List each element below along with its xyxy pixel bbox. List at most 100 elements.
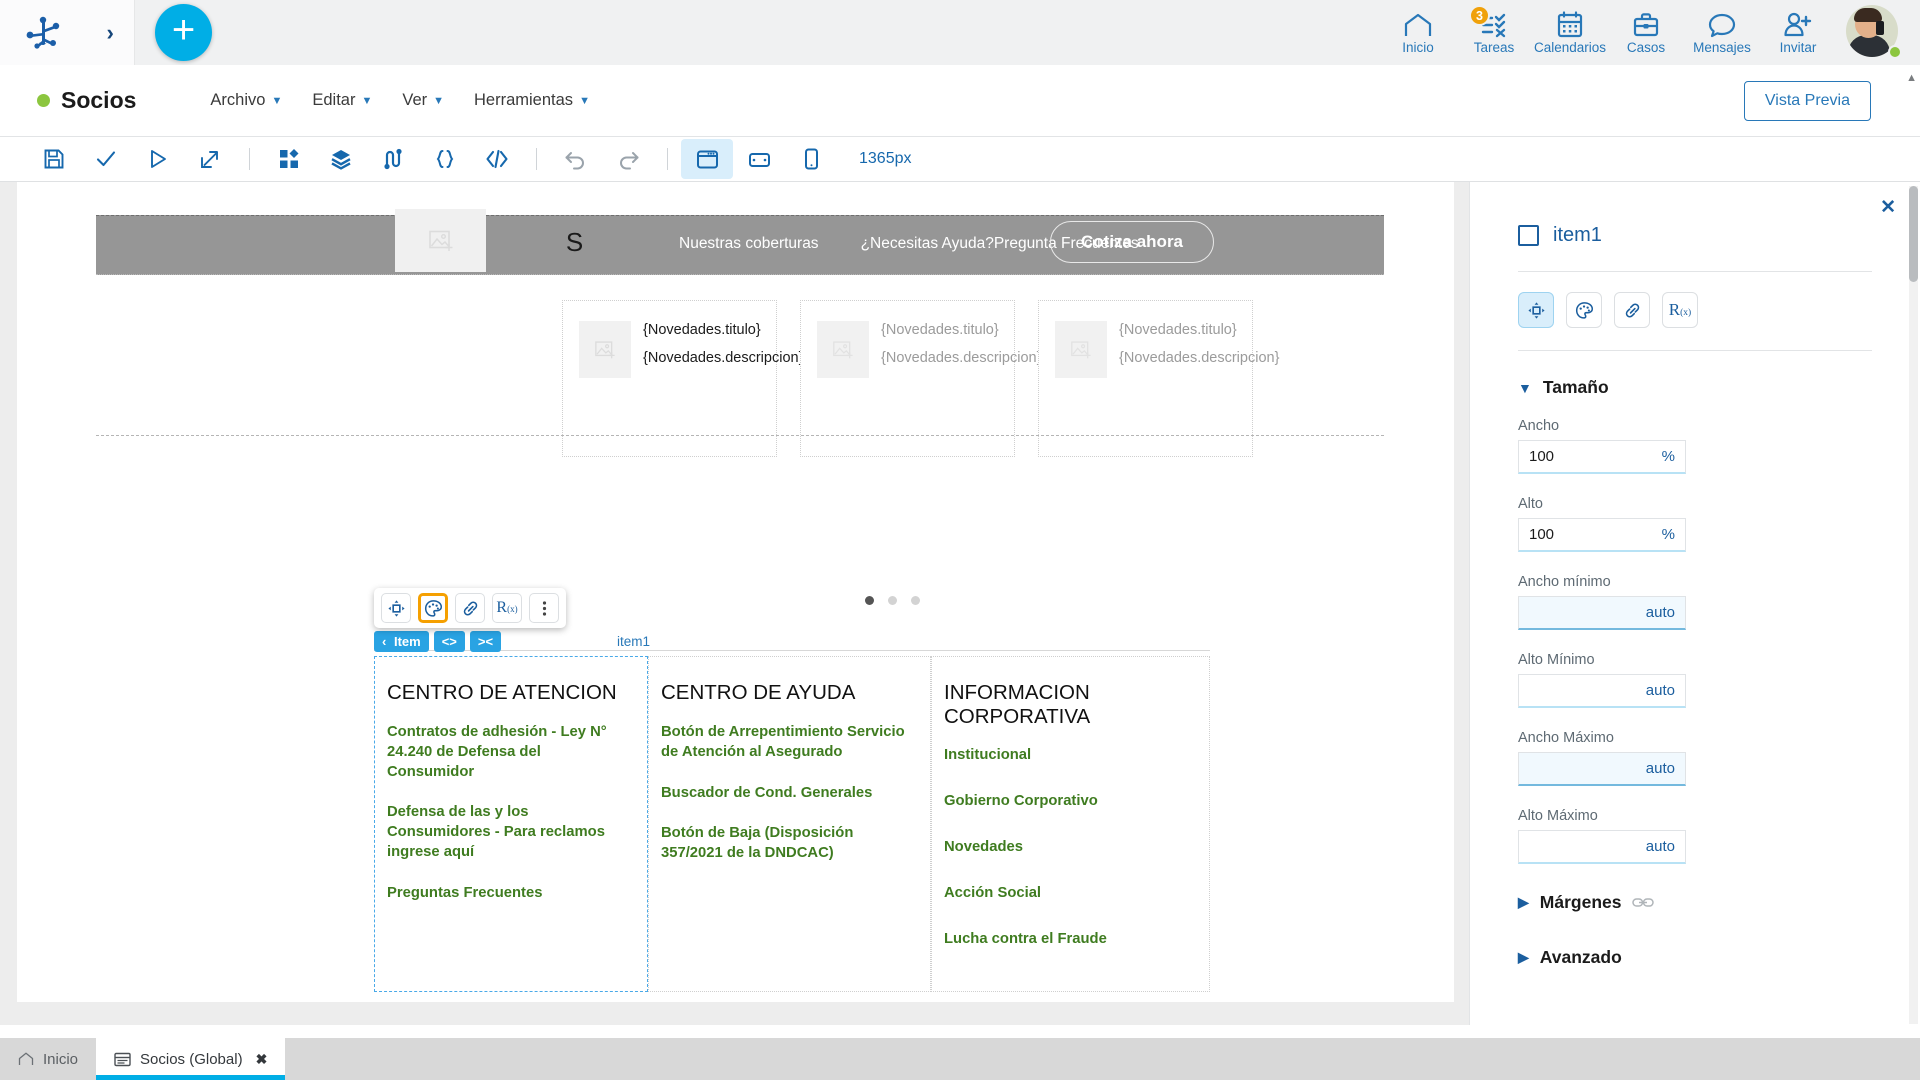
publish-button[interactable] bbox=[184, 139, 236, 179]
save-button[interactable] bbox=[28, 139, 80, 179]
site-header-block[interactable]: NOVEDADES Nuestras coberturas ¿Necesitas… bbox=[96, 215, 1384, 275]
news-card[interactable]: {Novedades.titulo} {Novedades.descripcio… bbox=[800, 300, 1041, 457]
site-link-coberturas[interactable]: Nuestras coberturas bbox=[679, 235, 819, 253]
style-tool[interactable] bbox=[418, 593, 448, 623]
carousel-dot[interactable] bbox=[888, 596, 897, 605]
layers-button[interactable] bbox=[315, 139, 367, 179]
link-tool[interactable] bbox=[455, 593, 485, 623]
column-link[interactable]: Novedades bbox=[944, 838, 1187, 858]
panel-tab-layout[interactable] bbox=[1518, 292, 1554, 328]
run-button[interactable] bbox=[132, 139, 184, 179]
column-link[interactable]: Institucional bbox=[944, 746, 1187, 766]
panel-scrollbar-track[interactable] bbox=[1909, 186, 1918, 1024]
carousel-dot[interactable] bbox=[911, 596, 920, 605]
variables-button[interactable] bbox=[419, 139, 471, 179]
cotiza-ahora-button[interactable]: Cotiza ahora bbox=[1050, 221, 1215, 263]
bottom-tab-inicio[interactable]: Inicio bbox=[0, 1038, 96, 1080]
column-link[interactable]: Lucha contra el Fraude bbox=[944, 930, 1187, 950]
ancho-maximo-input[interactable]: auto bbox=[1518, 752, 1686, 786]
nav-item-inicio[interactable]: Inicio bbox=[1380, 0, 1456, 65]
section-margenes-toggle[interactable]: ▶ Márgenes bbox=[1470, 892, 1920, 913]
bottom-tab-socios-global[interactable]: Socios (Global) ✖ bbox=[96, 1038, 286, 1080]
field-ancho-minimo-label: Ancho mínimo bbox=[1518, 574, 1611, 590]
code-button[interactable] bbox=[471, 139, 523, 179]
column-informacion-corporativa[interactable]: INFORMACION CORPORATIVA Institucional Go… bbox=[931, 656, 1210, 992]
alto-minimo-value: auto bbox=[1645, 682, 1675, 699]
viewport-tablet-button[interactable] bbox=[733, 139, 785, 179]
properties-tab-row: R(x) bbox=[1470, 272, 1920, 328]
column-link[interactable]: Gobierno Corporativo bbox=[944, 792, 1187, 812]
image-placeholder-icon bbox=[579, 321, 631, 378]
nav-item-tareas[interactable]: 3 Tareas bbox=[1456, 0, 1532, 65]
footer-columns-block[interactable]: CENTRO DE ATENCION Contratos de adhesión… bbox=[374, 650, 1210, 1002]
column-link[interactable]: Acción Social bbox=[944, 884, 1187, 904]
alto-maximo-input[interactable]: auto bbox=[1518, 830, 1686, 864]
column-centro-de-atencion[interactable]: CENTRO DE ATENCION Contratos de adhesión… bbox=[374, 656, 648, 992]
carousel-dot[interactable] bbox=[865, 596, 874, 605]
element-floating-toolbar: R(x) bbox=[374, 588, 566, 628]
alto-minimo-input[interactable]: auto bbox=[1518, 674, 1686, 708]
formula-tool[interactable]: R(x) bbox=[492, 593, 522, 623]
menu-editar[interactable]: Editar ▼ bbox=[312, 91, 372, 110]
chevron-down-icon: ▼ bbox=[579, 94, 590, 107]
news-card[interactable]: {Novedades.titulo} {Novedades.descripcio… bbox=[562, 300, 803, 457]
image-placeholder-icon[interactable] bbox=[395, 209, 486, 272]
section-avanzado-toggle[interactable]: ▶ Avanzado bbox=[1470, 947, 1920, 968]
move-tool[interactable] bbox=[381, 593, 411, 623]
panel-tab-formula[interactable]: R(x) bbox=[1662, 292, 1698, 328]
ancho-input[interactable]: 100 % bbox=[1518, 440, 1686, 474]
viewport-mobile-button[interactable] bbox=[785, 139, 837, 179]
column-centro-de-ayuda[interactable]: CENTRO DE AYUDA Botón de Arrepentimiento… bbox=[648, 656, 931, 992]
chevron-right-icon[interactable]: › bbox=[106, 20, 113, 46]
add-button[interactable]: + bbox=[155, 4, 212, 61]
properties-panel-header: item1 bbox=[1470, 182, 1920, 247]
column-link[interactable]: Contratos de adhesión - Ley N° 24.240 de… bbox=[387, 723, 625, 783]
menu-herramientas[interactable]: Herramientas ▼ bbox=[474, 91, 590, 110]
nav-item-invitar[interactable]: Invitar bbox=[1760, 0, 1836, 65]
section-tamano-toggle[interactable]: ▼ Tamaño bbox=[1470, 377, 1920, 398]
column-link[interactable]: Buscador de Cond. Generales bbox=[661, 784, 908, 804]
news-card[interactable]: {Novedades.titulo} {Novedades.descripcio… bbox=[1038, 300, 1279, 457]
design-canvas[interactable]: NOVEDADES Nuestras coberturas ¿Necesitas… bbox=[0, 182, 1469, 1025]
validate-button[interactable] bbox=[80, 139, 132, 179]
parent-item-tag[interactable]: ‹ Item bbox=[374, 631, 429, 652]
panel-tab-style[interactable] bbox=[1566, 292, 1602, 328]
components-button[interactable] bbox=[263, 139, 315, 179]
code-tag[interactable]: <> bbox=[433, 631, 465, 652]
message-icon bbox=[1707, 10, 1737, 38]
site-title-part2: S bbox=[565, 227, 584, 257]
redo-button[interactable] bbox=[602, 139, 654, 179]
nav-item-mensajes[interactable]: Mensajes bbox=[1684, 0, 1760, 65]
panel-scrollbar-thumb[interactable] bbox=[1909, 186, 1918, 282]
close-icon[interactable]: ✕ bbox=[1880, 196, 1896, 219]
toolbar-divider bbox=[536, 148, 537, 170]
collapse-tag[interactable]: >< bbox=[469, 631, 502, 652]
preview-button[interactable]: Vista Previa bbox=[1743, 80, 1871, 121]
menu-ver[interactable]: Ver ▼ bbox=[402, 91, 444, 110]
menu-archivo[interactable]: Archivo ▼ bbox=[210, 91, 282, 110]
column-link[interactable]: Preguntas Frecuentes bbox=[387, 884, 625, 904]
alto-input[interactable]: 100 % bbox=[1518, 518, 1686, 552]
close-tab-icon[interactable]: ✖ bbox=[256, 1051, 268, 1068]
ancho-maximo-value: auto bbox=[1645, 760, 1675, 777]
carousel-dots[interactable] bbox=[865, 596, 920, 605]
more-tool[interactable] bbox=[529, 593, 559, 623]
column-link[interactable]: Botón de Arrepentimiento Servicio de Ate… bbox=[661, 723, 908, 763]
nav-label-mensajes: Mensajes bbox=[1693, 40, 1751, 55]
column-link[interactable]: Defensa de las y los Consumidores - Para… bbox=[387, 803, 625, 863]
ancho-minimo-input[interactable]: auto bbox=[1518, 596, 1686, 630]
app-logo-icon[interactable] bbox=[20, 10, 66, 56]
scroll-up-arrow[interactable]: ▲ bbox=[1906, 72, 1917, 84]
link-chain-icon[interactable] bbox=[1632, 896, 1655, 909]
avatar[interactable] bbox=[1846, 4, 1902, 61]
nav-item-calendarios[interactable]: Calendarios bbox=[1532, 0, 1608, 65]
column-link[interactable]: Botón de Baja (Disposición 357/2021 de l… bbox=[661, 824, 908, 864]
viewport-width-label: 1365px bbox=[859, 150, 912, 167]
flow-button[interactable] bbox=[367, 139, 419, 179]
image-placeholder-icon bbox=[817, 321, 869, 378]
undo-button[interactable] bbox=[550, 139, 602, 179]
nav-item-casos[interactable]: Casos bbox=[1608, 0, 1684, 65]
panel-tab-link[interactable] bbox=[1614, 292, 1650, 328]
parent-item-label: Item bbox=[393, 634, 421, 649]
viewport-desktop-button[interactable] bbox=[681, 139, 733, 179]
